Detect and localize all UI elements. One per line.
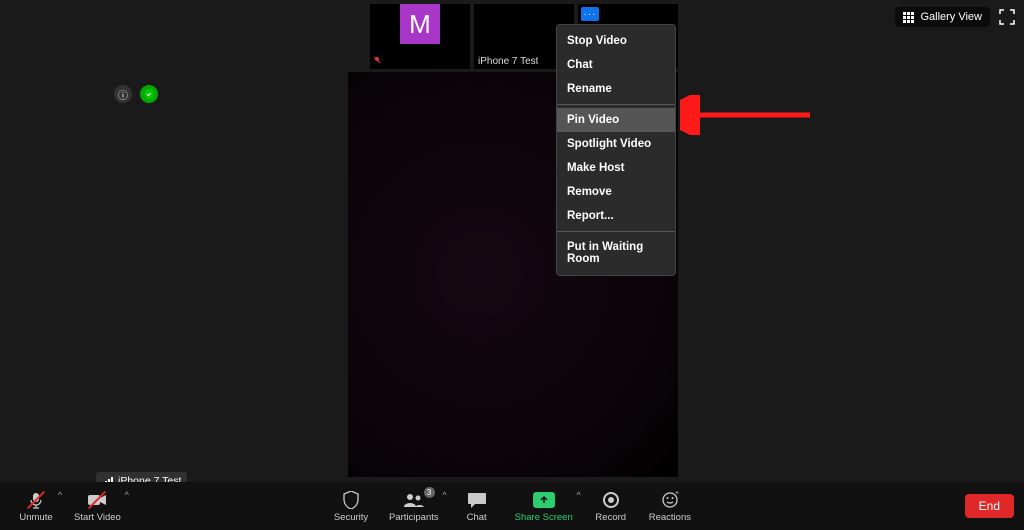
participants-button[interactable]: 3 Participants ^ (379, 486, 449, 526)
ctx-waiting-room[interactable]: Put in Waiting Room (557, 235, 675, 271)
shield-icon (343, 490, 359, 510)
svg-text:+: + (675, 491, 679, 497)
share-label: Share Screen (515, 512, 573, 523)
start-video-button[interactable]: Start Video ^ (64, 486, 131, 526)
ctx-chat[interactable]: Chat (557, 53, 675, 77)
ctx-remove[interactable]: Remove (557, 180, 675, 204)
security-button[interactable]: Security (323, 486, 379, 526)
participants-count-badge: 3 (424, 487, 435, 498)
info-icon[interactable]: ⓘ (114, 85, 132, 103)
start-video-label: Start Video (74, 512, 121, 523)
chat-icon (467, 490, 487, 510)
ctx-stop-video[interactable]: Stop Video (557, 29, 675, 53)
ctx-rename[interactable]: Rename (557, 77, 675, 101)
meeting-info-icons: ⓘ (114, 85, 158, 103)
record-label: Record (595, 512, 626, 523)
view-controls: Gallery View (895, 6, 1018, 28)
reactions-icon: + (661, 490, 679, 510)
ctx-separator (557, 104, 675, 105)
participants-icon (403, 490, 425, 510)
fullscreen-icon (999, 9, 1015, 25)
chevron-up-icon[interactable]: ^ (58, 490, 62, 500)
reactions-button[interactable]: + Reactions (639, 486, 701, 526)
avatar-letter-text: M (409, 9, 431, 40)
fullscreen-button[interactable] (996, 6, 1018, 28)
ctx-separator-2 (557, 231, 675, 232)
chevron-up-icon[interactable]: ^ (577, 490, 581, 500)
thumbnail-1[interactable]: M (370, 4, 470, 69)
security-label: Security (334, 512, 368, 523)
participant-context-menu: Stop Video Chat Rename Pin Video Spotlig… (556, 24, 676, 276)
reactions-label: Reactions (649, 512, 691, 523)
record-button[interactable]: Record (583, 486, 639, 526)
gallery-label: Gallery View (920, 11, 982, 23)
ctx-report[interactable]: Report... (557, 204, 675, 228)
encryption-shield-icon[interactable] (140, 85, 158, 103)
ctx-spotlight[interactable]: Spotlight Video (557, 132, 675, 156)
record-icon (603, 490, 619, 510)
end-meeting-button[interactable]: End (965, 494, 1014, 518)
share-screen-icon (533, 490, 555, 510)
annotation-arrow (680, 95, 820, 135)
end-label: End (979, 499, 1000, 513)
share-screen-button[interactable]: Share Screen ^ (505, 486, 583, 526)
mic-muted-icon (27, 490, 45, 510)
unmute-button[interactable]: Unmute ^ (8, 486, 64, 526)
meeting-toolbar: Unmute ^ Start Video ^ Security (0, 482, 1024, 530)
unmute-label: Unmute (19, 512, 52, 523)
chevron-up-icon[interactable]: ^ (442, 490, 446, 500)
chat-button[interactable]: Chat (449, 486, 505, 526)
more-options-button[interactable]: ··· (581, 7, 599, 21)
thumb-label-2: iPhone 7 Test (478, 56, 538, 67)
gallery-view-button[interactable]: Gallery View (895, 7, 990, 27)
muted-mic-icon (372, 55, 382, 65)
chat-label: Chat (467, 512, 487, 523)
video-off-icon (87, 490, 107, 510)
participants-label: Participants (389, 512, 439, 523)
ctx-make-host[interactable]: Make Host (557, 156, 675, 180)
avatar-letter: M (400, 4, 440, 44)
ctx-pin-video[interactable]: Pin Video (557, 108, 675, 132)
zoom-meeting-window: Gallery View M iPhone 7 Test ··· connect… (0, 0, 1024, 530)
chevron-up-icon[interactable]: ^ (125, 490, 129, 500)
grid-icon (903, 12, 914, 23)
